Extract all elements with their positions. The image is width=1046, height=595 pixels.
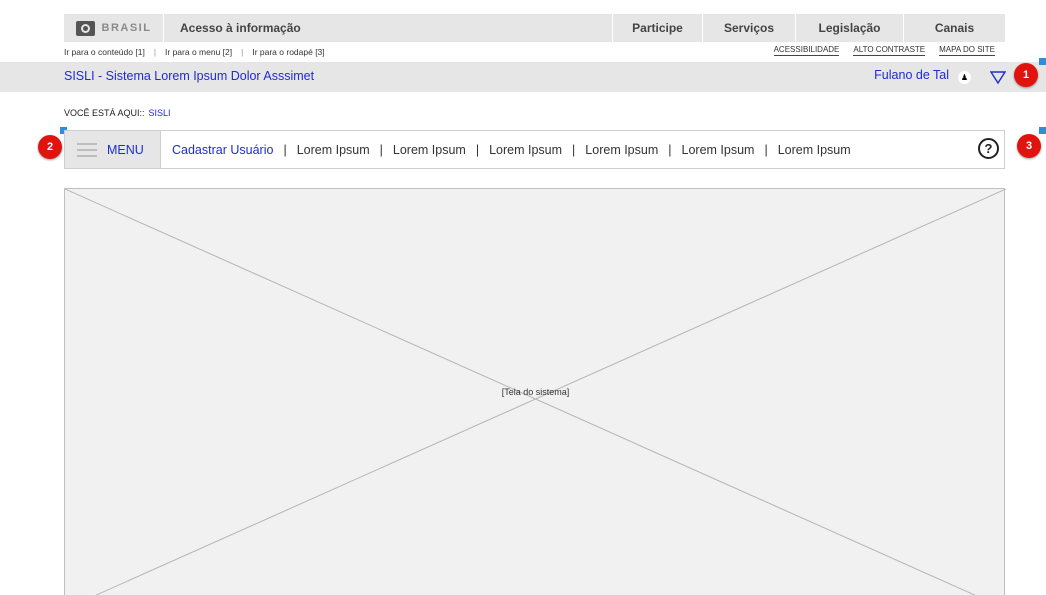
menu-item[interactable]: Lorem Ipsum [489,143,562,157]
gov-brand[interactable]: BRASIL [64,14,164,42]
menu-bar: MENU Cadastrar Usuário | Lorem Ipsum | L… [64,130,1005,169]
breadcrumb-label: VOCÊ ESTÁ AQUI:: [64,108,145,118]
menu-item[interactable]: Lorem Ipsum [393,143,466,157]
menu-item-cadastrar-usuario[interactable]: Cadastrar Usuário [172,143,273,157]
page: BRASIL Acesso à informação Participe Ser… [0,0,1046,595]
gov-nav-legislacao[interactable]: Legislação [795,14,903,42]
gov-brand-label: BRASIL [101,22,152,34]
placeholder-label: [Tela do sistema] [501,387,570,397]
annotation-badge-3: 3 [1017,134,1041,158]
note-marker-icon [1039,58,1046,65]
high-contrast-link[interactable]: ALTO CONTRASTE [853,45,926,56]
gov-nav-participe[interactable]: Participe [612,14,702,42]
gov-nav: Participe Serviços Legislação Canais [612,14,1005,42]
annotation-badge-1: 1 [1014,63,1038,87]
menu-separator: | [572,142,576,157]
skip-to-footer-link[interactable]: Ir para o rodapé [3] [252,47,324,57]
access-info-link[interactable]: Acesso à informação [164,14,612,42]
brasil-logo-icon [75,20,95,36]
gov-nav-canais[interactable]: Canais [903,14,1005,42]
user-icon[interactable]: ♟ [958,71,971,84]
system-screen-placeholder: [Tela do sistema] [64,188,1006,595]
accessibility-link[interactable]: ACESSIBILIDADE [773,45,840,56]
site-map-link[interactable]: MAPA DO SITE [939,45,995,56]
user-name[interactable]: Fulano de Tal [874,68,949,82]
menu-item[interactable]: Lorem Ipsum [297,143,370,157]
menu-item[interactable]: Lorem Ipsum [682,143,755,157]
help-icon[interactable]: ? [978,138,999,159]
accessibility-links: ACESSIBILIDADE ALTO CONTRASTE MAPA DO SI… [773,45,995,56]
menu-separator: | [379,142,383,157]
skip-to-menu-link[interactable]: Ir para o menu [2] [165,47,232,57]
annotation-badge-2: 2 [38,135,62,159]
gov-bar: BRASIL Acesso à informação Participe Ser… [64,14,1005,42]
menu-label: MENU [107,142,144,157]
menu-button[interactable]: MENU [65,131,161,168]
system-title[interactable]: SISLI - Sistema Lorem Ipsum Dolor Asssim… [64,69,314,83]
menu-separator: | [283,142,287,157]
breadcrumb-current[interactable]: SISLI [149,108,171,118]
menu-separator: | [668,142,672,157]
hamburger-icon [77,142,97,157]
gov-nav-servicos[interactable]: Serviços [702,14,795,42]
dropdown-triangle-icon[interactable] [990,70,1006,84]
skip-links: Ir para o conteúdo [1] | Ir para o menu … [64,47,325,57]
menu-items: Cadastrar Usuário | Lorem Ipsum | Lorem … [172,143,851,157]
system-bar: SISLI - Sistema Lorem Ipsum Dolor Asssim… [0,62,1046,92]
menu-separator: | [764,142,768,157]
separator: | [153,47,157,57]
separator: | [241,47,244,57]
note-marker-icon [1039,127,1046,134]
menu-separator: | [475,142,480,157]
breadcrumb: VOCÊ ESTÁ AQUI:: SISLI [64,108,171,118]
skip-to-content-link[interactable]: Ir para o conteúdo [1] [64,47,145,57]
menu-item[interactable]: Lorem Ipsum [778,143,851,157]
shortcut-row: Ir para o conteúdo [1] | Ir para o menu … [64,42,1005,62]
menu-item[interactable]: Lorem Ipsum [585,143,658,157]
